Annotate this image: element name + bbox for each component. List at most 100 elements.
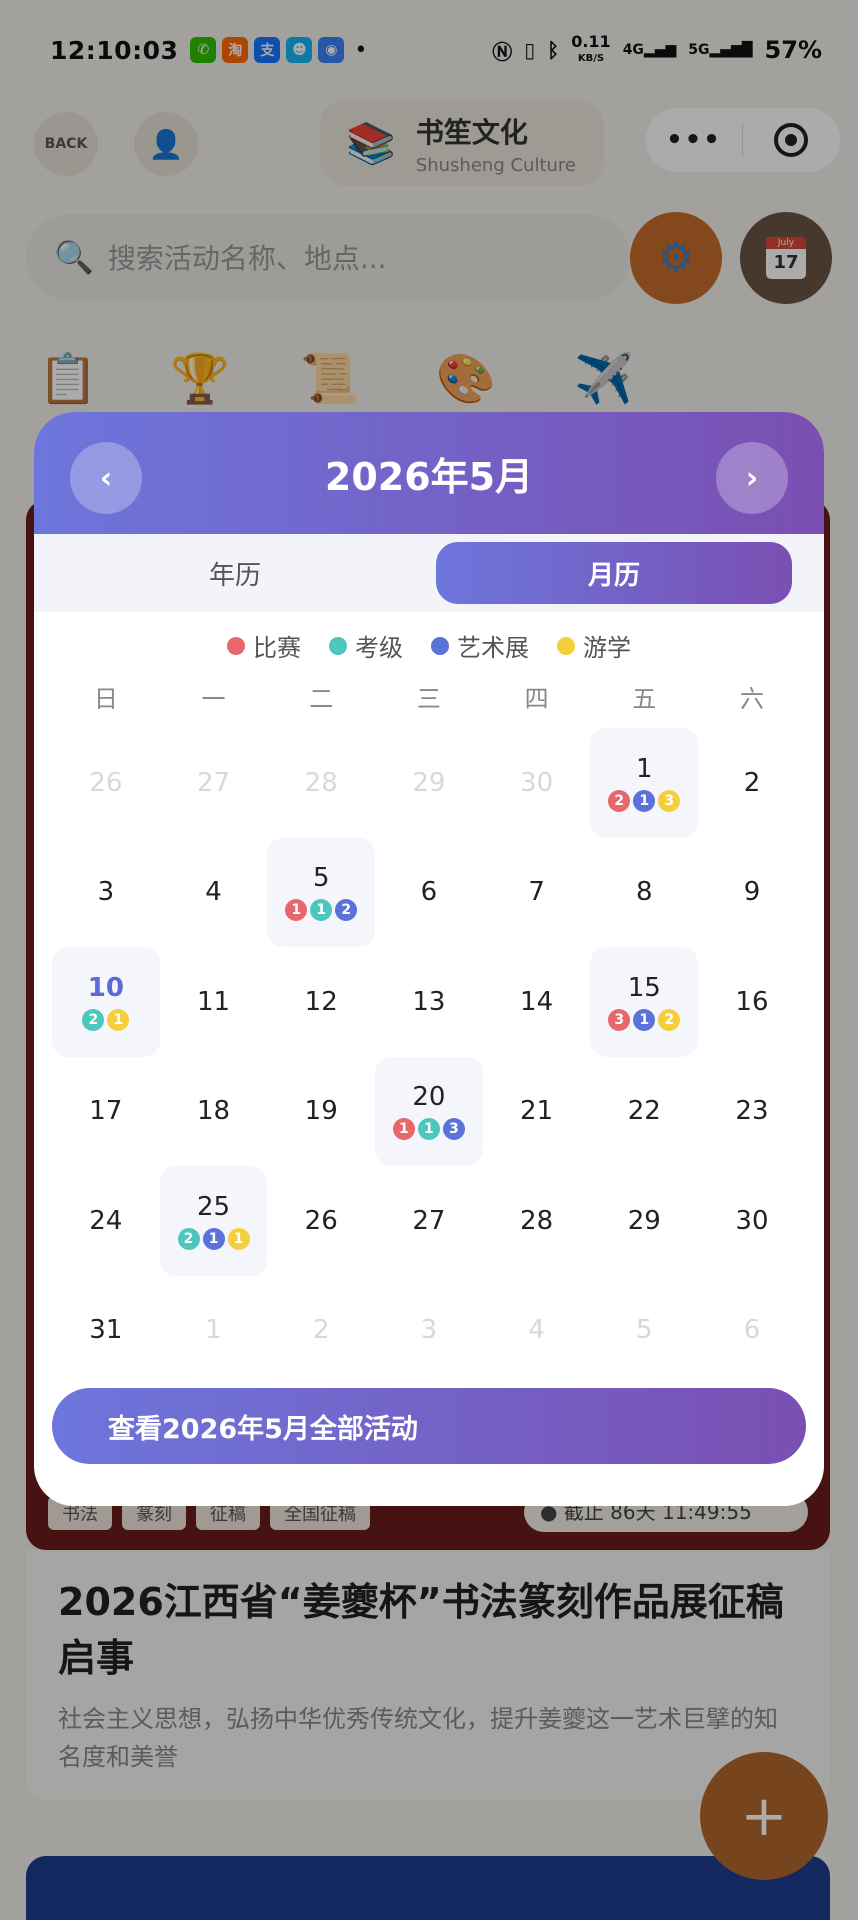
- legend-item: 艺术展: [431, 628, 529, 663]
- weekday-header: 日一二三四五六: [34, 679, 824, 714]
- event-count-badge: 3: [608, 1008, 631, 1031]
- calendar-day[interactable]: 2: [698, 728, 806, 838]
- event-badges: 211: [177, 1227, 250, 1250]
- day-number: 9: [743, 877, 761, 908]
- event-count-badge: 1: [285, 899, 308, 922]
- event-count-badge: 3: [658, 789, 681, 812]
- weekday-label: 四: [524, 685, 549, 713]
- calendar-day[interactable]: 2: [267, 1276, 375, 1386]
- legend-dot: [557, 636, 575, 655]
- calendar-day[interactable]: 25 2 1 1: [159, 1166, 268, 1276]
- calendar-day[interactable]: 26: [52, 728, 160, 838]
- legend-label: 艺术展: [457, 634, 529, 662]
- calendar-day[interactable]: 30: [698, 1166, 806, 1276]
- day-number: 6: [420, 877, 438, 908]
- event-count-badge: 3: [442, 1118, 465, 1141]
- day-number: 21: [520, 1096, 554, 1127]
- day-number: 1: [205, 1315, 222, 1346]
- weekday-label: 日: [93, 685, 118, 713]
- day-number: 28: [520, 1205, 554, 1236]
- day-number: 16: [735, 986, 769, 1017]
- day-number: 1: [636, 753, 653, 784]
- calendar-day[interactable]: 26: [267, 1166, 375, 1276]
- calendar-day[interactable]: 6: [698, 1276, 806, 1386]
- calendar-day[interactable]: 18: [160, 1057, 268, 1167]
- event-count-badge: 2: [177, 1227, 200, 1250]
- event-count-badge: 1: [107, 1008, 130, 1031]
- calendar-day[interactable]: 3: [375, 1276, 483, 1386]
- day-number: 26: [304, 1205, 338, 1236]
- calendar-day[interactable]: 28: [483, 1166, 591, 1276]
- calendar-day[interactable]: 3: [52, 838, 160, 948]
- next-month-button[interactable]: ›: [716, 442, 788, 514]
- calendar-day[interactable]: 4: [483, 1276, 591, 1386]
- calendar-day[interactable]: 23: [698, 1057, 806, 1167]
- calendar-day[interactable]: 5: [590, 1276, 698, 1386]
- calendar-day[interactable]: 7: [483, 838, 591, 948]
- calendar-day[interactable]: 19: [267, 1057, 375, 1167]
- day-number: 27: [196, 767, 231, 798]
- view-all-activities-button[interactable]: 查看2026年5月全部活动: [52, 1388, 806, 1464]
- calendar-day[interactable]: 8: [590, 838, 698, 948]
- legend-label: 游学: [583, 634, 631, 662]
- calendar-day[interactable]: 21: [483, 1057, 591, 1167]
- day-number: 2: [743, 767, 761, 798]
- day-number: 19: [304, 1096, 338, 1127]
- legend-label: 考级: [355, 634, 403, 662]
- event-badges: 112: [285, 899, 358, 922]
- day-number: 24: [89, 1205, 123, 1236]
- calendar-day[interactable]: 29: [590, 1166, 698, 1276]
- event-badges: 213: [608, 789, 681, 812]
- calendar-day[interactable]: 30: [483, 728, 591, 838]
- day-number: 15: [627, 972, 661, 1003]
- calendar-day[interactable]: 12: [267, 947, 375, 1057]
- legend-item: 游学: [557, 628, 631, 663]
- event-legend: 比赛 考级 艺术展 游学: [34, 628, 824, 663]
- day-number: 30: [520, 767, 554, 798]
- calendar-day[interactable]: 1 213: [590, 728, 699, 838]
- event-count-badge: 2: [82, 1008, 105, 1031]
- day-number: 2: [312, 1315, 330, 1346]
- day-number: 29: [627, 1205, 661, 1236]
- calendar-day[interactable]: 13: [375, 947, 483, 1057]
- calendar-modal: ‹ 2026年5月 › 年历 月历 比赛 考级 艺术展 游学 日一二三四五六 26 27 2…: [34, 412, 824, 1506]
- calendar-day[interactable]: 5 112: [267, 837, 376, 947]
- event-count-badge: 1: [392, 1118, 415, 1141]
- calendar-day[interactable]: 6: [375, 838, 483, 948]
- calendar-day[interactable]: 11: [160, 947, 268, 1057]
- prev-month-button[interactable]: ‹: [70, 442, 142, 514]
- calendar-day[interactable]: 15 3 1 2: [590, 947, 699, 1057]
- day-number: 17: [89, 1096, 123, 1127]
- calendar-day[interactable]: 4: [160, 838, 268, 948]
- chevron-right-icon: ›: [745, 460, 759, 496]
- event-badges: 113: [392, 1118, 465, 1141]
- calendar-day[interactable]: 24: [52, 1166, 160, 1276]
- tab-year[interactable]: 年历: [34, 542, 436, 604]
- calendar-day[interactable]: 16: [698, 947, 806, 1057]
- legend-item: 考级: [329, 628, 403, 663]
- calendar-day[interactable]: 31: [52, 1276, 160, 1386]
- day-number: 5: [312, 863, 330, 894]
- calendar-day[interactable]: 9: [698, 838, 806, 948]
- day-number: 11: [196, 986, 231, 1017]
- tab-month[interactable]: 月历: [436, 542, 792, 604]
- day-number: 6: [743, 1315, 761, 1346]
- day-number: 13: [412, 986, 446, 1017]
- event-badges: 21: [82, 1008, 130, 1031]
- calendar-day[interactable]: 1: [160, 1276, 268, 1386]
- day-number: 22: [627, 1096, 661, 1127]
- calendar-day[interactable]: 14: [483, 947, 591, 1057]
- weekday-label: 二: [309, 685, 334, 713]
- calendar-day[interactable]: 29: [375, 728, 483, 838]
- calendar-day[interactable]: 27: [160, 728, 268, 838]
- event-badges: 312: [608, 1008, 681, 1031]
- day-number: 3: [420, 1315, 438, 1346]
- calendar-day[interactable]: 22: [590, 1057, 698, 1167]
- legend-label: 比赛: [253, 634, 301, 662]
- calendar-day[interactable]: 17: [52, 1057, 160, 1167]
- calendar-day[interactable]: 28: [267, 728, 375, 838]
- calendar-day[interactable]: 20 1 1 3: [375, 1056, 483, 1166]
- calendar-day[interactable]: 27: [375, 1166, 483, 1276]
- calendar-day[interactable]: 10 2 1: [52, 947, 160, 1057]
- day-number: 7: [528, 877, 545, 908]
